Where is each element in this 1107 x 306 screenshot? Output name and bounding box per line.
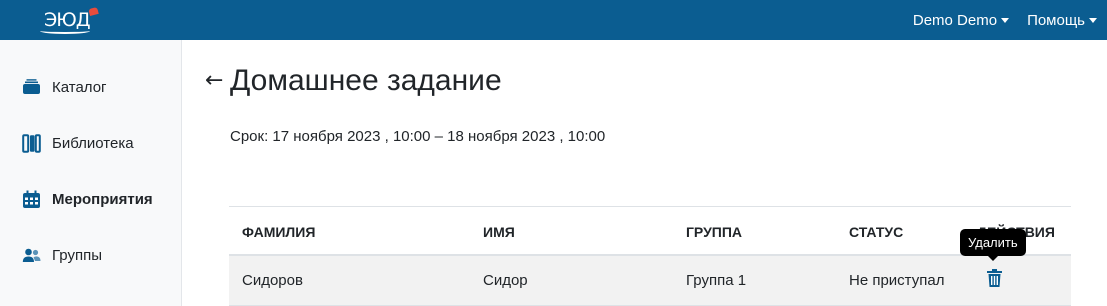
students-table: Фамилия Имя Группа Статус Действия Сидор…: [229, 206, 1071, 306]
help-menu-dropdown[interactable]: Помощь: [1027, 12, 1097, 29]
sidebar-item-catalog[interactable]: Каталог: [22, 78, 107, 97]
sidebar-item-label: Группы: [52, 247, 102, 264]
caret-down-icon: [1089, 18, 1097, 23]
table-row: Сидоров Сидор Группа 1 Не приступал Удал…: [229, 229, 1071, 306]
sidebar: Каталог Библиотека Мероприятия Группы: [0, 40, 182, 306]
cell-status: Не приступал: [849, 272, 945, 289]
sidebar-item-label: Мероприятия: [52, 191, 153, 208]
main-content: ← Домашнее задание Срок: 17 ноября 2023 …: [183, 40, 1107, 306]
table-header: Фамилия Имя Группа Статус Действия: [229, 206, 1071, 256]
sidebar-item-label: Библиотека: [52, 135, 134, 152]
top-nav: Demo Demo Помощь: [913, 0, 1097, 40]
header-group[interactable]: Группа: [686, 224, 742, 240]
tooltip-arrow: [988, 256, 998, 261]
header-status[interactable]: Статус: [849, 224, 903, 240]
users-icon: [22, 246, 41, 265]
header-last-name[interactable]: Фамилия: [242, 224, 315, 240]
trash-icon[interactable]: [987, 269, 1002, 287]
back-arrow-icon[interactable]: ←: [205, 68, 223, 93]
sidebar-item-label: Каталог: [52, 79, 107, 96]
header-first-name[interactable]: Имя: [483, 224, 515, 240]
tooltip-text: Удалить: [968, 235, 1018, 250]
caret-down-icon: [1001, 18, 1010, 23]
top-navbar: ЭЮД Demo Demo Помощь: [0, 0, 1107, 40]
sidebar-item-library[interactable]: Библиотека: [22, 134, 134, 153]
page-title: Домашнее задание: [230, 64, 502, 97]
cell-last-name: Сидоров: [242, 272, 303, 289]
user-menu-label: Demo Demo: [912, 11, 998, 29]
delete-tooltip: Удалить: [960, 229, 1026, 261]
sidebar-item-events[interactable]: Мероприятия: [22, 190, 153, 209]
logo-hat-icon: [88, 6, 99, 17]
help-menu-label: Помощь: [1027, 11, 1085, 29]
sidebar-item-groups[interactable]: Группы: [22, 246, 102, 265]
cell-first-name: Сидор: [483, 272, 528, 289]
cell-group: Группа 1: [686, 272, 747, 289]
calendar-icon: [22, 190, 41, 209]
catalog-icon: [22, 78, 41, 97]
logo-swoosh: [40, 28, 90, 34]
library-icon: [22, 134, 41, 153]
user-menu-dropdown[interactable]: Demo Demo: [912, 11, 1010, 29]
brand-logo[interactable]: ЭЮД: [40, 6, 99, 34]
deadline-text: Срок: 17 ноября 2023 , 10:00 – 18 ноября…: [230, 128, 606, 145]
